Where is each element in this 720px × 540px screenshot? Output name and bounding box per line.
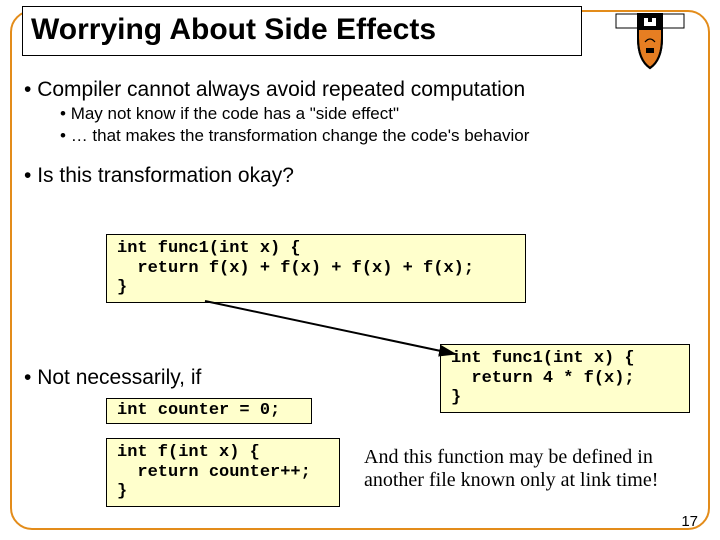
bullet-compiler: Compiler cannot always avoid repeated co… (24, 78, 696, 102)
slide-title: Worrying About Side Effects (22, 6, 582, 56)
bullet-not-necessarily: Not necessarily, if (24, 366, 201, 390)
note-link-time: And this function may be defined in anot… (364, 446, 684, 492)
page-number: 17 (681, 513, 698, 530)
code-func1-original: int func1(int x) { return f(x) + f(x) + … (106, 234, 526, 303)
bullet-transformation-change: … that makes the transformation change t… (60, 126, 696, 146)
arrow-icon (200, 296, 470, 376)
code-func1-optimized: int func1(int x) { return 4 * f(x); } (440, 344, 690, 413)
code-f-definition: int f(int x) { return counter++; } (106, 438, 340, 507)
code-counter-decl: int counter = 0; (106, 398, 312, 424)
bullet-question: Is this transformation okay? (24, 164, 696, 188)
university-shield-icon (610, 8, 690, 72)
bullet-side-effect: May not know if the code has a "side eff… (60, 104, 696, 124)
slide-content: Compiler cannot always avoid repeated co… (24, 72, 696, 190)
